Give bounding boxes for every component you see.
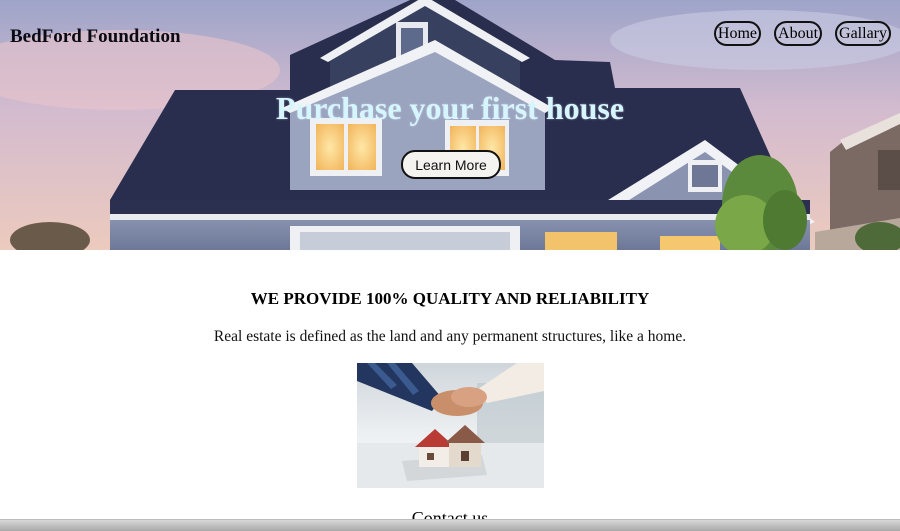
quality-heading: WE PROVIDE 100% QUALITY AND RELIABILITY bbox=[250, 289, 650, 308]
nav-gallary-button[interactable]: Gallary bbox=[835, 21, 891, 46]
handshake-house-image bbox=[357, 363, 544, 488]
window-bottom-edge bbox=[0, 519, 900, 531]
hero-title: Purchase your first house bbox=[275, 90, 625, 126]
main-nav: Home About Gallary bbox=[713, 21, 891, 46]
nav-about-button[interactable]: About bbox=[774, 21, 823, 46]
learn-more-button[interactable]: Learn More bbox=[401, 150, 501, 179]
quality-description: Real estate is defined as the land and a… bbox=[213, 328, 687, 345]
nav-home-button[interactable]: Home bbox=[713, 21, 762, 46]
hero-banner: BedFord Foundation Home About Gallary Pu… bbox=[0, 0, 900, 250]
brand-logo-text[interactable]: BedFord Foundation bbox=[10, 26, 181, 48]
